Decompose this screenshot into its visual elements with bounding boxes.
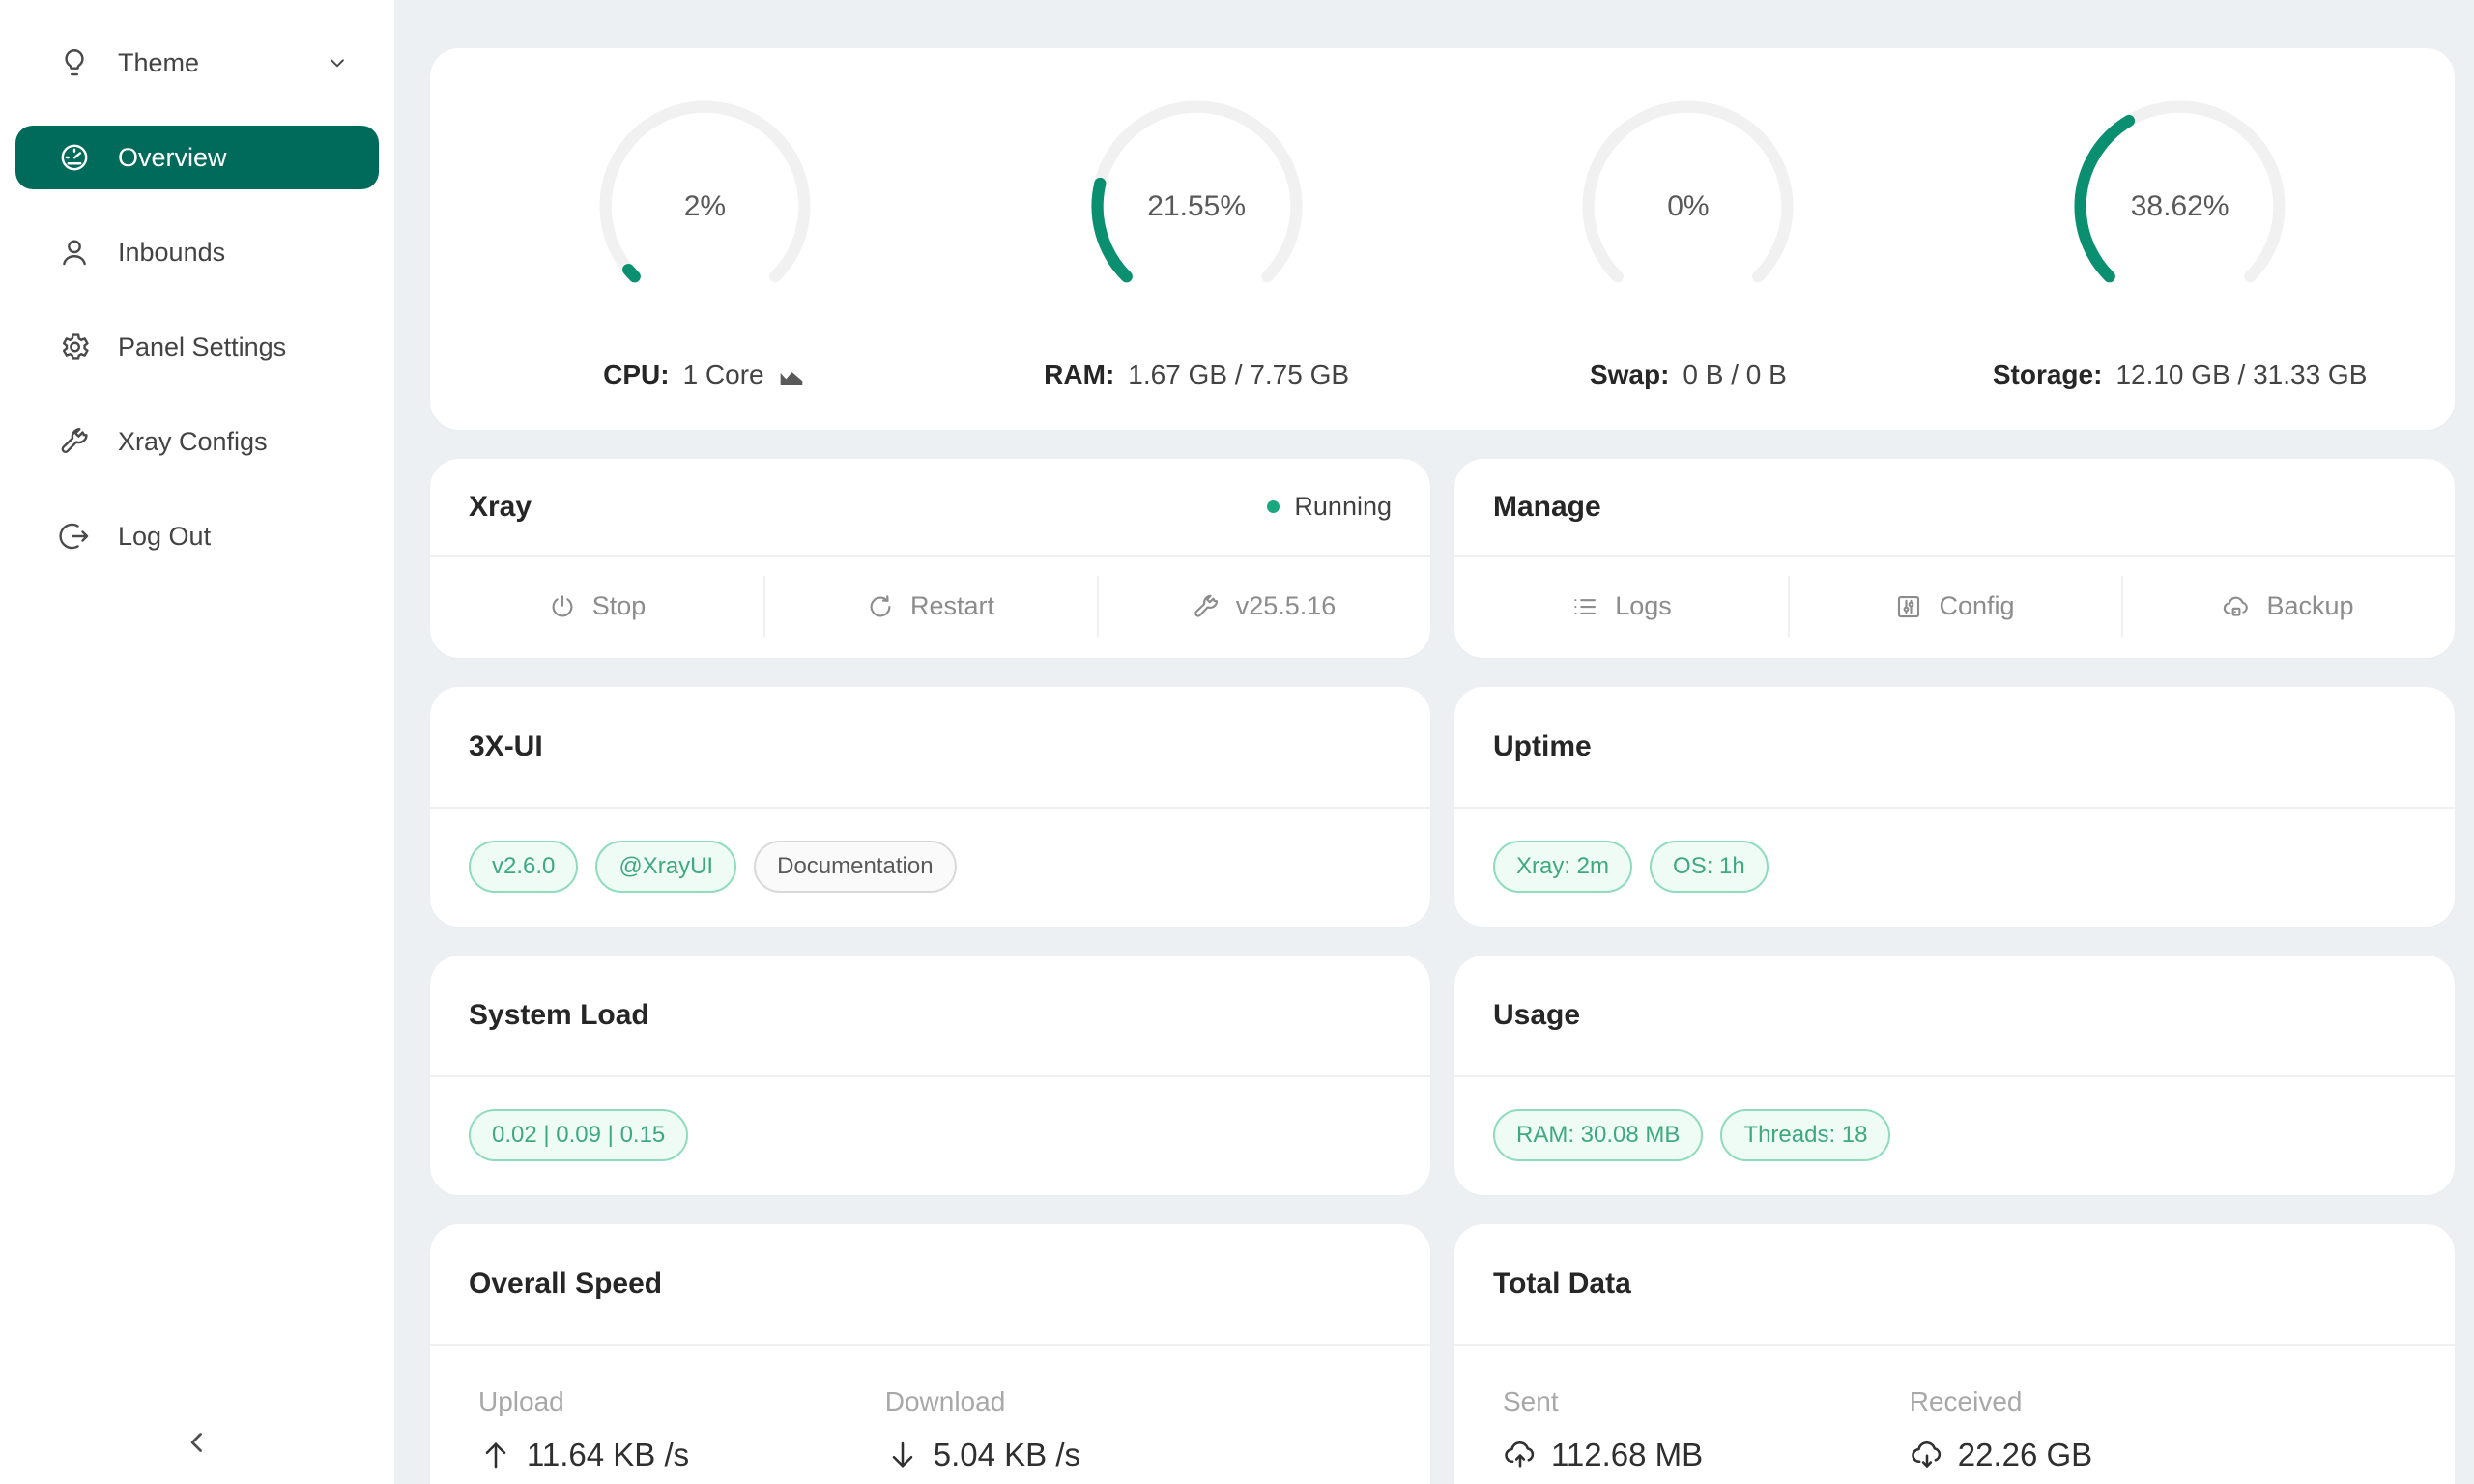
backup-button[interactable]: Backup	[2121, 556, 2455, 656]
sidebar-item-panel-settings[interactable]: Panel Settings	[15, 315, 379, 379]
restart-icon	[866, 592, 895, 621]
sidebar-item-log-out[interactable]: Log Out	[15, 504, 379, 568]
restart-button[interactable]: Restart	[763, 556, 1097, 656]
uptime-card-title: Uptime	[1493, 730, 1592, 763]
main-content: 2% CPU: 1 Core 21.55% RAM: 1.67 GB / 7	[394, 0, 2474, 1484]
sidebar-item-label: Overview	[118, 143, 227, 173]
list-icon	[1570, 592, 1599, 621]
upload-label: Upload	[478, 1386, 885, 1417]
upload-value: 11.64 KB /s	[527, 1437, 689, 1473]
sidebar-item-overview[interactable]: Overview	[15, 126, 379, 189]
documentation-badge[interactable]: Documentation	[754, 841, 956, 893]
threads-badge: Threads: 18	[1720, 1109, 1890, 1161]
sidebar-item-label: Theme	[118, 48, 199, 78]
dashboard-icon	[58, 141, 91, 174]
bulb-icon	[58, 46, 91, 79]
ram-percent: 21.55%	[1079, 88, 1315, 325]
sidebar-item-label: Inbounds	[118, 238, 225, 268]
sent-metric: Sent 112.68 MB	[1503, 1386, 1910, 1473]
arrow-up-icon	[478, 1438, 513, 1472]
cloud-server-icon	[2222, 592, 2251, 621]
user-icon	[58, 236, 91, 269]
system-load-card: System Load 0.02 | 0.09 | 0.15	[430, 956, 1430, 1195]
overall-speed-title: Overall Speed	[469, 1268, 662, 1300]
load-average-badge: 0.02 | 0.09 | 0.15	[469, 1109, 688, 1161]
xray-card-title: Xray	[469, 491, 532, 524]
chevron-left-icon	[181, 1426, 214, 1459]
running-status-dot	[1267, 500, 1280, 513]
usage-card: Usage RAM: 30.08 MB Threads: 18	[1454, 956, 2455, 1195]
sidebar-item-label: Log Out	[118, 522, 211, 552]
overall-speed-card: Overall Speed Upload 11.64 KB /s Downloa…	[430, 1224, 1430, 1484]
uptime-card: Uptime Xray: 2m OS: 1h	[1454, 687, 2455, 927]
swap-percent: 0%	[1569, 88, 1806, 325]
manage-card-title: Manage	[1493, 491, 1601, 524]
sidebar-item-label: Panel Settings	[118, 332, 286, 362]
xray-status: Running	[1267, 492, 1392, 522]
received-value: 22.26 GB	[1958, 1437, 2092, 1473]
download-value: 5.04 KB /s	[934, 1437, 1080, 1473]
swap-gauge: 0% Swap: 0 B / 0 B	[1443, 88, 1935, 390]
swap-label: Swap: 0 B / 0 B	[1590, 359, 1787, 390]
sent-label: Sent	[1503, 1386, 1910, 1417]
stop-button[interactable]: Stop	[430, 556, 763, 656]
ram-gauge: 21.55% RAM: 1.67 GB / 7.75 GB	[951, 88, 1443, 390]
sidebar-item-theme[interactable]: Theme	[15, 31, 379, 95]
storage-label: Storage: 12.10 GB / 31.33 GB	[1993, 359, 2368, 390]
cpu-gauge: 2% CPU: 1 Core	[459, 88, 951, 390]
ram-usage-badge: RAM: 30.08 MB	[1493, 1109, 1703, 1161]
sidebar-item-label: Xray Configs	[118, 427, 268, 457]
sidebar: Theme Overview Inbounds Panel Settings X…	[0, 0, 394, 1484]
power-icon	[548, 592, 577, 621]
xray-card: Xray Running Stop Restart	[430, 459, 1430, 658]
wrench-icon	[58, 425, 91, 458]
sliders-icon	[1894, 592, 1923, 621]
storage-percent: 38.62%	[2061, 88, 2298, 325]
arrow-down-icon	[885, 1438, 920, 1472]
xray-uptime-badge: Xray: 2m	[1493, 841, 1632, 893]
system-stats-card: 2% CPU: 1 Core 21.55% RAM: 1.67 GB / 7	[430, 48, 2455, 430]
running-status-label: Running	[1294, 492, 1392, 522]
chevron-down-icon	[325, 50, 350, 75]
sent-value: 112.68 MB	[1551, 1437, 1703, 1473]
sidebar-item-xray-configs[interactable]: Xray Configs	[15, 410, 379, 473]
logout-icon	[58, 520, 91, 553]
system-load-title: System Load	[469, 999, 649, 1032]
wrench-icon	[1192, 592, 1221, 621]
download-label: Download	[885, 1386, 1292, 1417]
xui-card: 3X-UI v2.6.0 @XrayUI Documentation	[430, 687, 1430, 927]
sidebar-collapse-button[interactable]	[0, 1426, 394, 1459]
config-button[interactable]: Config	[1788, 556, 2121, 656]
os-uptime-badge: OS: 1h	[1650, 841, 1769, 893]
upload-metric: Upload 11.64 KB /s	[478, 1386, 885, 1473]
usage-card-title: Usage	[1493, 999, 1580, 1032]
cpu-percent: 2%	[587, 88, 823, 325]
telegram-badge[interactable]: @XrayUI	[595, 841, 736, 893]
version-badge[interactable]: v2.6.0	[469, 841, 578, 893]
received-metric: Received 22.26 GB	[1910, 1386, 2316, 1473]
total-data-title: Total Data	[1493, 1268, 1631, 1300]
total-data-card: Total Data Sent 112.68 MB Received	[1454, 1224, 2455, 1484]
manage-card: Manage Logs Config	[1454, 459, 2455, 658]
cloud-download-icon	[1910, 1438, 1944, 1472]
area-chart-icon	[776, 359, 807, 390]
xray-version-button[interactable]: v25.5.16	[1097, 556, 1430, 656]
download-metric: Download 5.04 KB /s	[885, 1386, 1292, 1473]
xui-card-title: 3X-UI	[469, 730, 543, 763]
received-label: Received	[1910, 1386, 2316, 1417]
ram-label: RAM: 1.67 GB / 7.75 GB	[1044, 359, 1349, 390]
sidebar-item-inbounds[interactable]: Inbounds	[15, 220, 379, 284]
gear-icon	[58, 330, 91, 363]
storage-gauge: 38.62% Storage: 12.10 GB / 31.33 GB	[1934, 88, 2426, 390]
cloud-upload-icon	[1503, 1438, 1538, 1472]
logs-button[interactable]: Logs	[1454, 556, 1788, 656]
cpu-label: CPU: 1 Core	[603, 359, 807, 390]
